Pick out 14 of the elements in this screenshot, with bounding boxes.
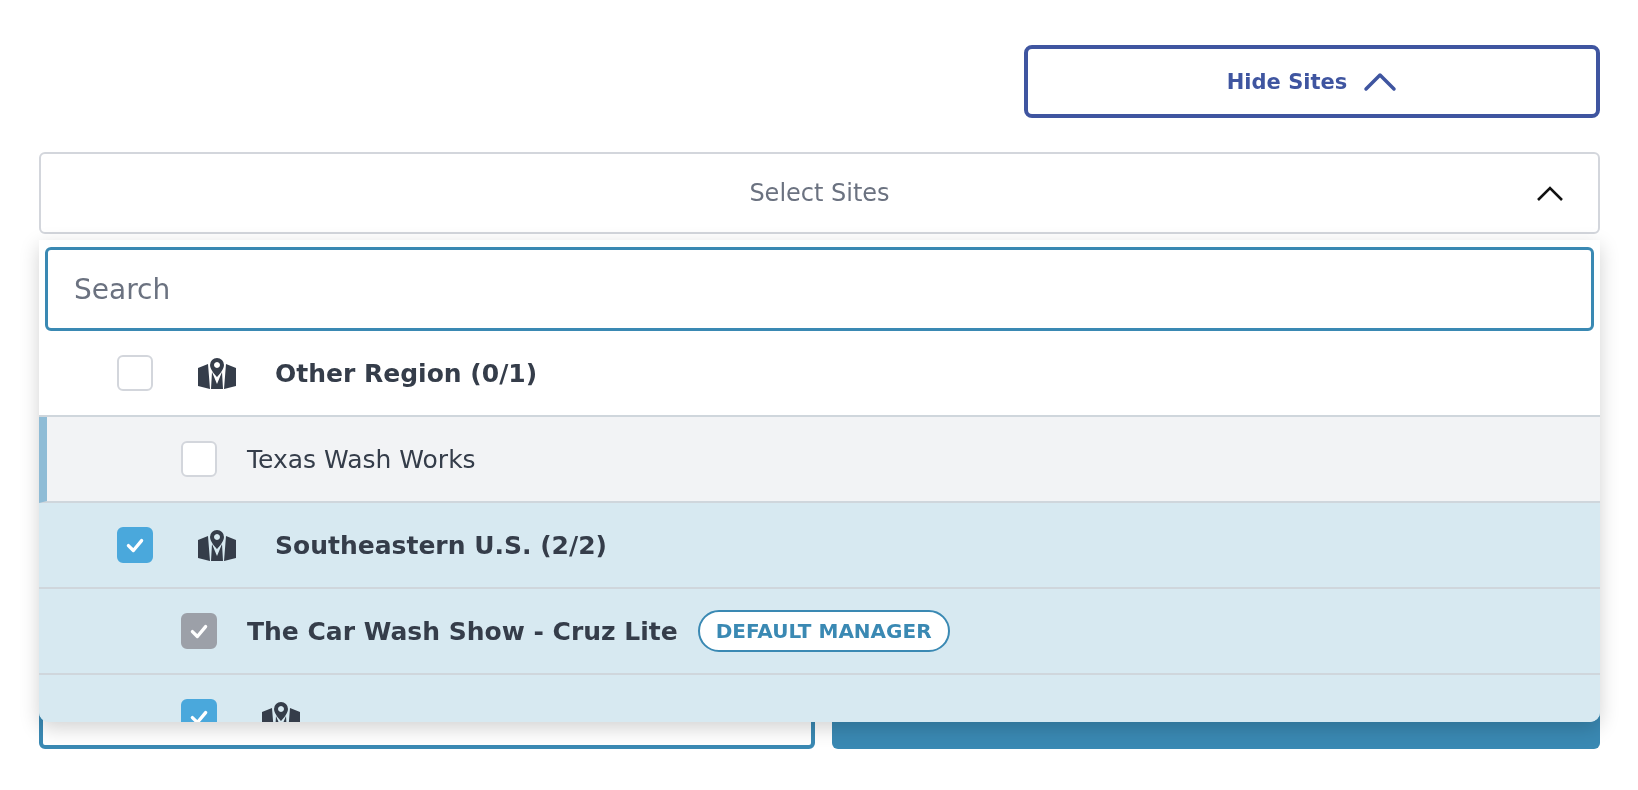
tree-item-label[interactable]: Southeastern U.S. (2/2) [275,530,607,560]
search-field[interactable]: Search [45,247,1594,331]
select-sites-dropdown[interactable]: Select Sites [39,152,1600,234]
checkbox[interactable] [181,441,217,477]
map-pin-icon [197,528,237,562]
tree-item-label[interactable]: Other Region (0/1) [275,358,538,388]
checkbox[interactable] [117,527,153,563]
checkbox[interactable] [117,355,153,391]
hide-sites-button[interactable]: Hide Sites [1024,45,1600,118]
role-tag: DEFAULT MANAGER [697,610,950,652]
map-pin-icon [197,356,237,390]
chevron-up-icon [1363,71,1398,92]
tree-item-label[interactable]: Texas Wash Works [247,444,476,474]
chevron-up-icon [1536,186,1564,202]
